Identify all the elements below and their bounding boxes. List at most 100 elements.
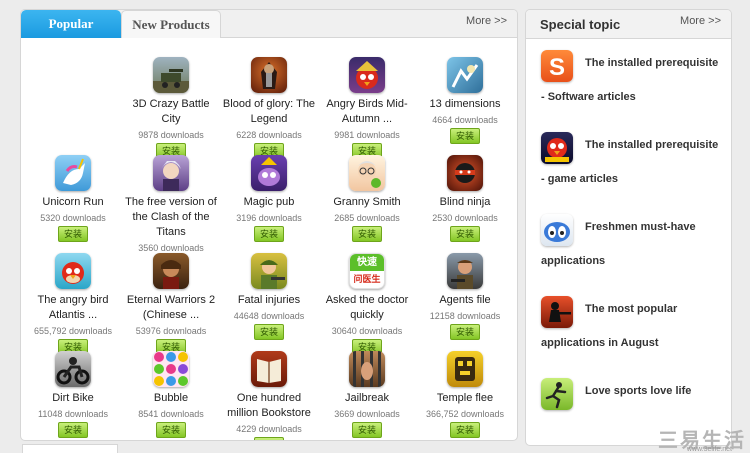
install-button[interactable]: 安装	[450, 422, 480, 438]
jailbreak-icon[interactable]	[349, 351, 385, 387]
bubble-icon[interactable]	[153, 351, 189, 387]
app-item[interactable]: Bubble 8541 downloads 安装	[122, 351, 220, 438]
app-item[interactable]: Temple flee 366,752 downloads 安装	[416, 351, 514, 438]
app-name[interactable]: Unicorn Run	[24, 195, 122, 210]
app-name[interactable]: Angry Birds Mid-Autumn ...	[318, 97, 416, 127]
angry-bird-icon[interactable]	[55, 253, 91, 289]
install-button[interactable]: 安装	[450, 128, 480, 144]
agent-icon[interactable]	[447, 253, 483, 289]
app-name[interactable]: One hundred million Bookstore	[220, 391, 318, 421]
app-name[interactable]: Bubble	[122, 391, 220, 406]
install-button[interactable]: 安装	[254, 437, 284, 440]
download-count: 2685 downloads	[334, 213, 400, 223]
download-count: 8541 downloads	[138, 409, 204, 419]
install-button[interactable]: 安装	[450, 226, 480, 242]
app-item[interactable]: Magic pub 3196 downloads 安装	[220, 155, 318, 242]
granny-icon[interactable]	[349, 155, 385, 191]
doctor-app-icon[interactable]: 快速 问医生	[349, 253, 385, 289]
app-item[interactable]: Agents file 12158 downloads 安装	[416, 253, 514, 340]
download-count: 44648 downloads	[233, 311, 305, 321]
download-count: 3669 downloads	[334, 409, 400, 419]
app-name[interactable]: Eternal Warriors 2 (Chinese ...	[122, 293, 220, 323]
app-name[interactable]: Dirt Bike	[24, 391, 122, 406]
app-name[interactable]: Magic pub	[220, 195, 318, 210]
svg-text:S: S	[549, 54, 565, 81]
app-name[interactable]: Agents file	[416, 293, 514, 308]
install-button[interactable]: 安装	[450, 324, 480, 340]
topic-subtitle[interactable]: applications in August	[541, 337, 659, 349]
download-count: 4664 downloads	[432, 115, 498, 125]
eternal-warrior-icon[interactable]	[153, 253, 189, 289]
soldier-icon[interactable]	[251, 253, 287, 289]
app-item[interactable]: One hundred million Bookstore 4229 downl…	[220, 351, 318, 440]
app-name[interactable]: Temple flee	[416, 391, 514, 406]
app-item[interactable]: Dirt Bike 11048 downloads 安装	[24, 351, 122, 438]
topic-title[interactable]: The most popular	[585, 303, 677, 315]
install-button[interactable]: 安装	[352, 226, 382, 242]
topic-title[interactable]: The installed prerequisite	[585, 139, 718, 151]
app-name[interactable]: Blind ninja	[416, 195, 514, 210]
topic-subtitle[interactable]: - Software articles	[541, 91, 636, 103]
app-item[interactable]: Granny Smith 2685 downloads 安装	[318, 155, 416, 242]
app-item[interactable]: Unicorn Run 5320 downloads 安装	[24, 155, 122, 242]
app-name[interactable]: Fatal injuries	[220, 293, 318, 308]
install-button[interactable]: 安装	[156, 422, 186, 438]
app-item[interactable]: Blind ninja 2530 downloads 安装	[416, 155, 514, 242]
install-button[interactable]: 安装	[58, 422, 88, 438]
tab-new-products[interactable]: New Products	[121, 10, 221, 38]
tab-popular[interactable]: Popular	[21, 10, 121, 38]
titan-anime-icon[interactable]	[153, 155, 189, 191]
app-item[interactable]: 13 dimensions 4664 downloads 安装	[416, 57, 514, 144]
app-item[interactable]: Eternal Warriors 2 (Chinese ... 53976 do…	[122, 253, 220, 355]
app-name[interactable]: Blood of glory: The Legend	[220, 97, 318, 127]
download-count: 366,752 downloads	[425, 409, 505, 419]
topic-title[interactable]: Love sports love life	[585, 385, 691, 397]
download-count: 655,792 downloads	[33, 326, 113, 336]
sogou-s-icon[interactable]: S	[541, 50, 573, 82]
install-button[interactable]: 安装	[352, 422, 382, 438]
download-count: 53976 downloads	[135, 326, 207, 336]
install-button[interactable]: 安装	[254, 226, 284, 242]
install-button[interactable]: 安装	[58, 226, 88, 242]
app-name[interactable]: 13 dimensions	[416, 97, 514, 112]
magic-pub-icon[interactable]	[251, 155, 287, 191]
download-count: 9878 downloads	[138, 130, 204, 140]
download-count: 9981 downloads	[334, 130, 400, 140]
app-item[interactable]: 快速 问医生 Asked the doctor quickly 30640 do…	[318, 253, 416, 355]
unicorn-icon[interactable]	[55, 155, 91, 191]
app-name[interactable]: Granny Smith	[318, 195, 416, 210]
app-name[interactable]: 3D Crazy Battle City	[122, 97, 220, 127]
silhouette-soldier-icon[interactable]	[541, 296, 573, 328]
app-item[interactable]: Fatal injuries 44648 downloads 安装	[220, 253, 318, 340]
dirt-bike-icon[interactable]	[55, 351, 91, 387]
app-name[interactable]: Jailbreak	[318, 391, 416, 406]
robot-face-icon[interactable]	[541, 214, 573, 246]
topic-title[interactable]: Freshmen must-have	[585, 221, 696, 233]
app-item[interactable]: Blood of glory: The Legend 6228 download…	[220, 57, 318, 159]
more-link[interactable]: More >>	[466, 15, 507, 27]
topic-subtitle[interactable]: - game articles	[541, 173, 618, 185]
more-link[interactable]: More >>	[680, 15, 721, 27]
parkour-icon[interactable]	[541, 378, 573, 410]
ninja-icon[interactable]	[447, 155, 483, 191]
topic-subtitle[interactable]: applications	[541, 255, 605, 267]
angry-bird-mid-autumn-icon[interactable]	[349, 57, 385, 93]
app-name[interactable]: The free version of the Clash of the Tit…	[122, 195, 220, 240]
topic-title[interactable]: The installed prerequisite	[585, 57, 718, 69]
app-item[interactable]: 3D Crazy Battle City 9878 downloads 安装	[122, 57, 220, 159]
temple-run-icon[interactable]	[447, 351, 483, 387]
angry-birds-space-icon[interactable]	[541, 132, 573, 164]
app-item[interactable]: Jailbreak 3669 downloads 安装	[318, 351, 416, 438]
tank-game-icon[interactable]	[153, 57, 189, 93]
book-icon[interactable]	[251, 351, 287, 387]
install-button[interactable]: 安装	[254, 324, 284, 340]
special-topic-title: Special topic	[540, 17, 621, 32]
app-item[interactable]: Angry Birds Mid-Autumn ... 9981 download…	[318, 57, 416, 159]
app-item[interactable]: The angry bird Atlantis ... 655,792 down…	[24, 253, 122, 355]
popular-apps-panel: Popular New Products More >> 3D Crazy Ba…	[20, 9, 518, 441]
warrior-game-icon[interactable]	[251, 57, 287, 93]
dimensions-game-icon[interactable]	[447, 57, 483, 93]
app-name[interactable]: The angry bird Atlantis ...	[24, 293, 122, 323]
download-count: 4229 downloads	[236, 424, 302, 434]
app-name[interactable]: Asked the doctor quickly	[318, 293, 416, 323]
